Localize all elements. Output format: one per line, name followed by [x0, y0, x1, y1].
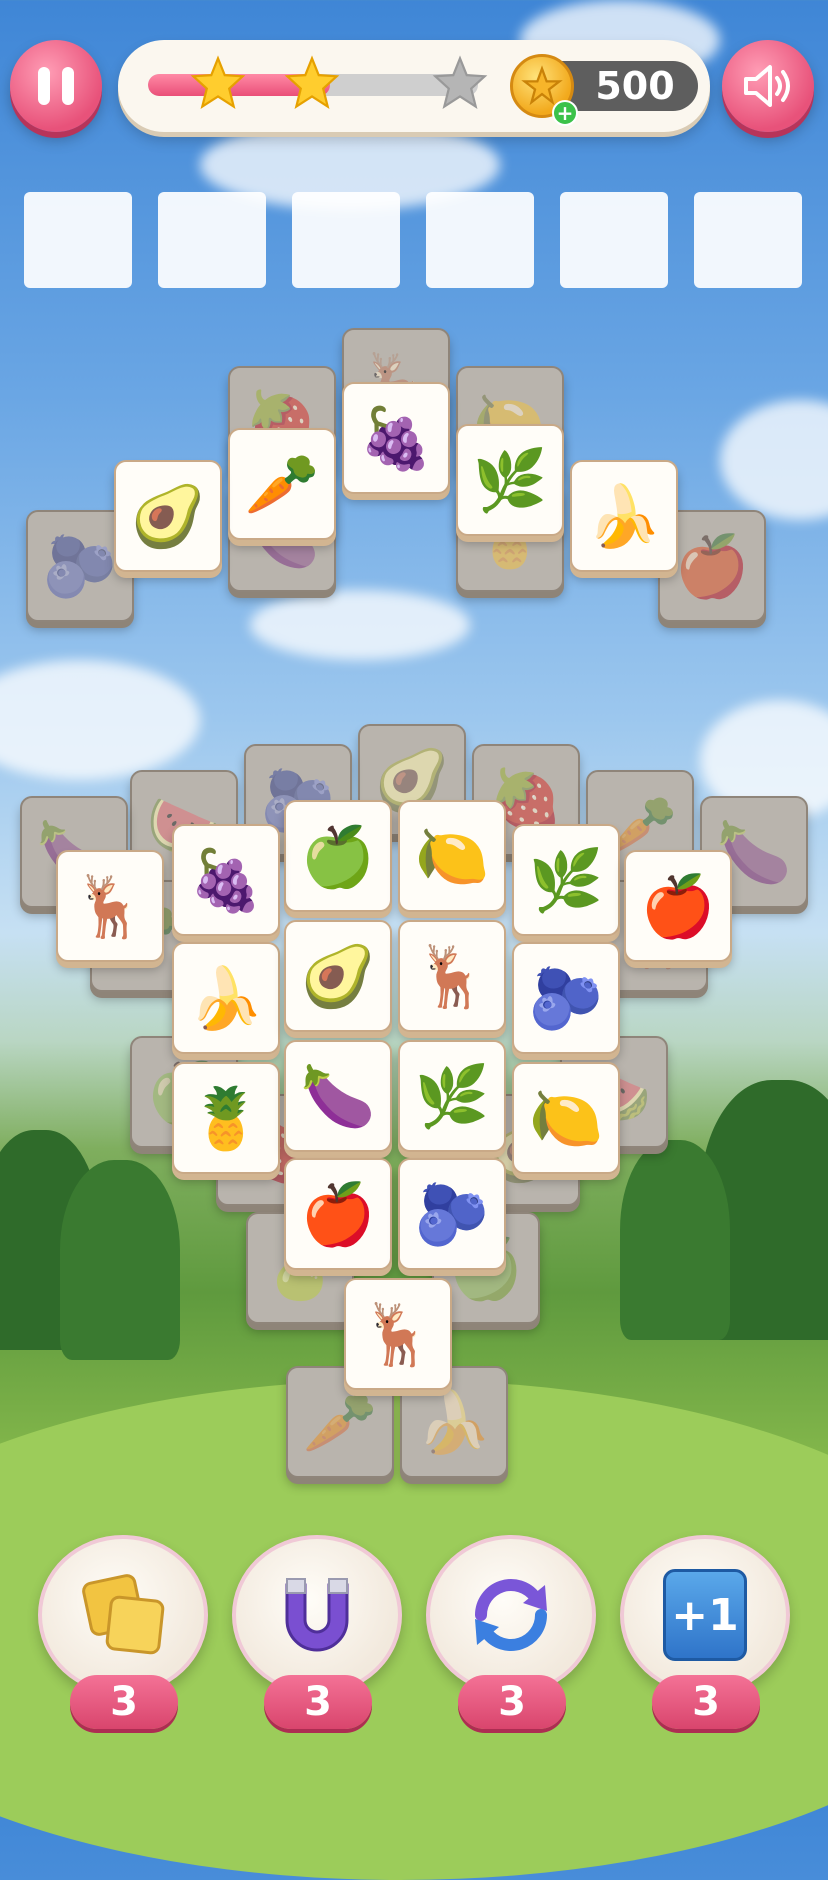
tile-icon: 🫐	[528, 963, 604, 1034]
tile-icon: 🦌	[414, 941, 490, 1012]
tile-face: 🦌	[56, 850, 164, 962]
top-group-tile[interactable]: 🥑	[114, 460, 222, 578]
tray-slot	[24, 192, 132, 288]
tile-face: 🍎	[624, 850, 732, 962]
booster-count: 3	[458, 1675, 566, 1729]
refresh-icon	[475, 1579, 547, 1651]
booster-count: 3	[264, 1675, 372, 1729]
bottom-group-tile[interactable]: 🍎	[284, 1158, 392, 1276]
tray-slot	[694, 192, 802, 288]
tile-face: 🍌	[570, 460, 678, 572]
star-icon	[190, 55, 246, 109]
tile-face: 🍎	[284, 1158, 392, 1270]
tile-icon: 🦌	[72, 871, 148, 942]
tile-icon: 🥑	[300, 941, 376, 1012]
tile-face: 🥑	[284, 920, 392, 1032]
bottom-group-tile[interactable]: 🌿	[398, 1040, 506, 1158]
tile-face: 🌿	[398, 1040, 506, 1152]
star-icon	[284, 55, 340, 109]
tile-icon: 🦌	[360, 1299, 436, 1370]
tile-icon: 🍌	[188, 963, 264, 1034]
bottom-group-tile[interactable]: 🍎	[624, 850, 732, 968]
sound-button[interactable]	[722, 40, 814, 132]
tile-icon: 🍋	[528, 1083, 604, 1154]
tile-face: 🦌	[398, 920, 506, 1032]
booster-magnet-button[interactable]: 3	[232, 1535, 402, 1729]
tile-icon: 🍍	[188, 1083, 264, 1154]
tray-slot	[292, 192, 400, 288]
tile-icon: 🫐	[414, 1179, 490, 1250]
add-coins-icon[interactable]: +	[552, 100, 578, 126]
tile-icon: 🌿	[528, 845, 604, 916]
top-group-tile[interactable]: 🍌	[570, 460, 678, 578]
bottom-group-tile[interactable]: 🌿	[512, 824, 620, 942]
top-group-tile[interactable]: 🌿	[456, 424, 564, 542]
tile-icon: 🥕	[302, 1387, 378, 1458]
tile-icon: 🍎	[674, 531, 750, 602]
tile-icon: 🍌	[416, 1387, 492, 1458]
top-group-tile[interactable]: 🍇	[342, 382, 450, 500]
booster-extra-slot-button[interactable]: +1 3	[620, 1535, 790, 1729]
plus-one-label: +1	[671, 1589, 739, 1641]
tile-face: 🌿	[512, 824, 620, 936]
tile-icon: 🌿	[472, 445, 548, 516]
booster-count: 3	[70, 1675, 178, 1729]
booster-shuffle-tiles-button[interactable]: 3	[38, 1535, 208, 1729]
tile-icon: 🫐	[42, 531, 118, 602]
tile-face: 🥑	[114, 460, 222, 572]
tile-face: 🌿	[456, 424, 564, 536]
bottom-group-tile[interactable]: 🍆	[284, 1040, 392, 1158]
booster-refresh-button[interactable]: 3	[426, 1535, 596, 1729]
tile-face: 🍍	[172, 1062, 280, 1174]
coin-count: 500	[595, 64, 675, 108]
tile-icon: 🌿	[414, 1061, 490, 1132]
tray-slot	[158, 192, 266, 288]
tile-face: 🍌	[172, 942, 280, 1054]
tile-face: 🍋	[398, 800, 506, 912]
level-status-bar: + 500	[118, 40, 710, 132]
bottom-group-tile[interactable]: 🍇	[172, 824, 280, 942]
tray-slot	[560, 192, 668, 288]
tile-icon: 🍇	[358, 403, 434, 474]
bottom-group-tile[interactable]: 🫐	[398, 1158, 506, 1276]
tile-icon: 🍌	[586, 481, 662, 552]
tile-icon: 🥕	[244, 449, 320, 520]
tile-icon: 🍋	[414, 821, 490, 892]
speaker-icon	[744, 65, 790, 107]
bottom-group-tile[interactable]: 🍍	[172, 1062, 280, 1180]
tile-icon: 🍏	[300, 821, 376, 892]
tile-face: 🍇	[342, 382, 450, 494]
bottom-group-tile[interactable]: 🥑	[284, 920, 392, 1038]
tile-face: 🍇	[172, 824, 280, 936]
tile-face: 🥕	[228, 428, 336, 540]
tray-slot	[426, 192, 534, 288]
tile-face: 🍆	[284, 1040, 392, 1152]
bottom-group-tile[interactable]: 🍌	[172, 942, 280, 1060]
magnet-icon	[285, 1578, 349, 1652]
plus-one-icon: +1	[663, 1569, 747, 1661]
tile-face: 🍏	[284, 800, 392, 912]
pause-button[interactable]	[10, 40, 102, 132]
tile-icon: 🍇	[188, 845, 264, 916]
tiles-icon	[82, 1574, 165, 1655]
bottom-group-tile[interactable]: 🍏	[284, 800, 392, 918]
bottom-group-tile[interactable]: 🦌	[344, 1278, 452, 1396]
tile-face: 🫐	[512, 942, 620, 1054]
booster-count: 3	[652, 1675, 760, 1729]
tile-icon: 🍆	[300, 1061, 376, 1132]
bottom-group-tile[interactable]: 🍋	[512, 1062, 620, 1180]
pause-icon	[32, 67, 80, 105]
tile-icon: 🍎	[300, 1179, 376, 1250]
tile-face: 🍋	[512, 1062, 620, 1174]
star-empty-icon	[432, 55, 488, 109]
bottom-group-tile[interactable]: 🍋	[398, 800, 506, 918]
tile-icon: 🍎	[640, 871, 716, 942]
tile-face: 🦌	[344, 1278, 452, 1390]
tile-face: 🫐	[398, 1158, 506, 1270]
bottom-group-tile[interactable]: 🦌	[398, 920, 506, 1038]
tile-icon: 🥑	[130, 481, 206, 552]
bottom-group-tile[interactable]: 🫐	[512, 942, 620, 1060]
top-group-tile[interactable]: 🥕	[228, 428, 336, 546]
bottom-group-tile[interactable]: 🦌	[56, 850, 164, 968]
